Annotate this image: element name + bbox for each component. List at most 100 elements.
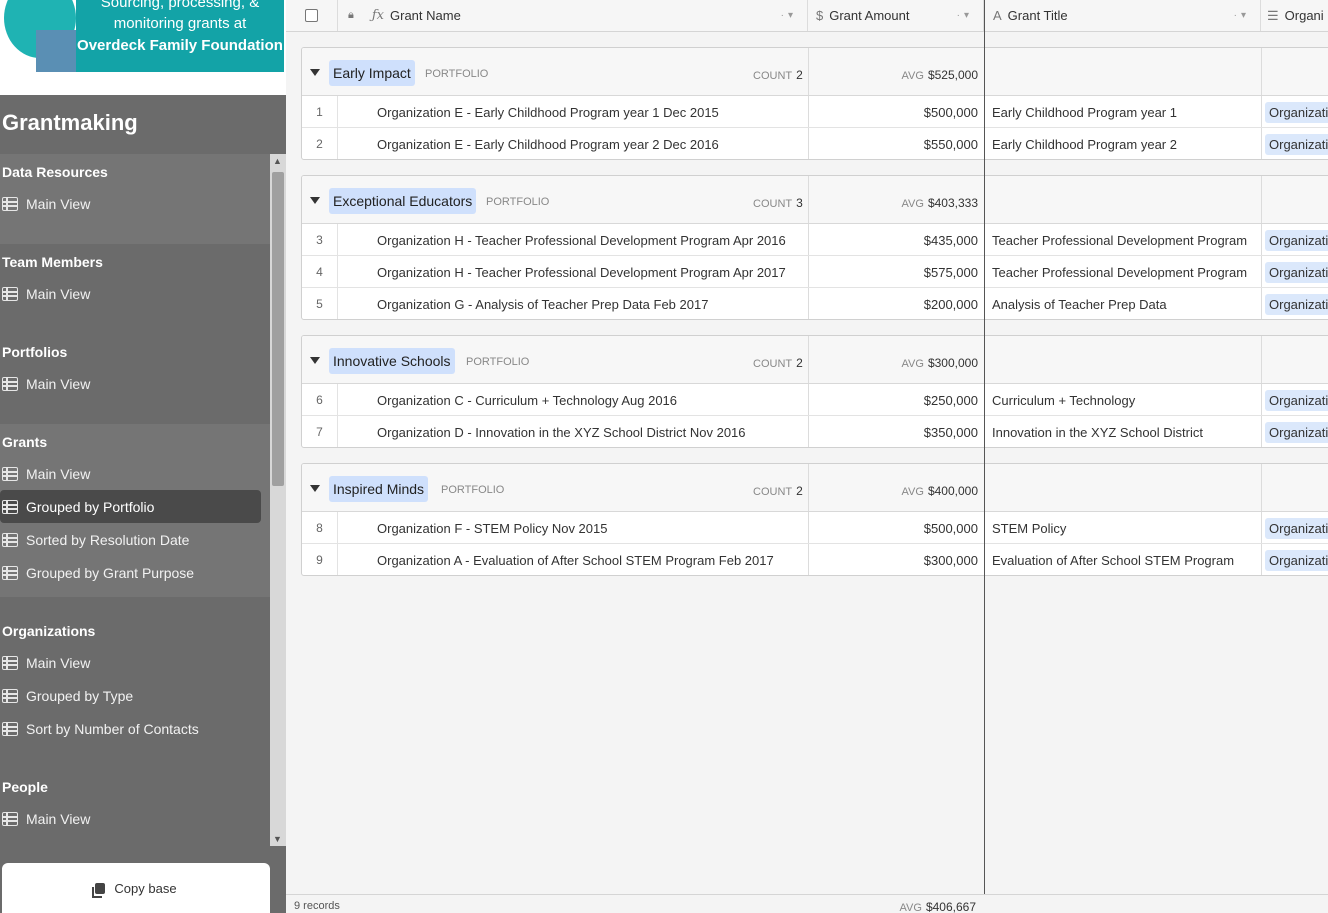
column-menu-icon[interactable]: ·▾ bbox=[781, 10, 797, 21]
column-menu-icon[interactable]: ·▾ bbox=[957, 10, 973, 21]
table-row[interactable]: 6 Organization C - Curriculum + Technolo… bbox=[302, 384, 1328, 416]
column-header-grant-title[interactable]: A Grant Title ·▾ bbox=[985, 0, 1261, 31]
table-row[interactable]: 7 Organization D - Innovation in the XYZ… bbox=[302, 416, 1328, 447]
group-exceptional-educators: Exceptional Educators PORTFOLIO COUNT 3 A… bbox=[301, 175, 1328, 320]
grid-view-icon bbox=[2, 196, 18, 211]
collapse-caret-icon[interactable] bbox=[310, 197, 320, 204]
organization-cell[interactable]: Organizati bbox=[1265, 512, 1328, 544]
frozen-column-divider[interactable] bbox=[984, 0, 985, 913]
grant-amount-cell[interactable]: $550,000 bbox=[808, 128, 978, 159]
grant-amount-cell[interactable]: $500,000 bbox=[808, 512, 978, 544]
sidebar-item-sorted-by-resolution-date[interactable]: Sorted by Resolution Date bbox=[0, 523, 261, 556]
grant-name-cell[interactable]: Organization F - STEM Policy Nov 2015 bbox=[377, 512, 807, 544]
grant-name-cell[interactable]: Organization H - Teacher Professional De… bbox=[377, 256, 807, 288]
grant-name-cell[interactable]: Organization D - Innovation in the XYZ S… bbox=[377, 416, 807, 447]
group-avg: AVG $300,000 bbox=[901, 356, 978, 370]
column-header-label: Grant Name bbox=[390, 8, 461, 23]
group-header[interactable]: Inspired Minds PORTFOLIO COUNT 2 AVG $400,… bbox=[302, 464, 1328, 512]
organization-chip[interactable]: Organizati bbox=[1265, 229, 1328, 251]
organization-chip[interactable]: Organizati bbox=[1265, 101, 1328, 123]
grant-title-cell[interactable]: Teacher Professional Development Program bbox=[992, 224, 1260, 256]
grant-title-cell[interactable]: Evaluation of After School STEM Program bbox=[992, 544, 1260, 575]
group-header[interactable]: Exceptional Educators PORTFOLIO COUNT 3 A… bbox=[302, 176, 1328, 224]
column-header-grant-amount[interactable]: $ Grant Amount ·▾ bbox=[808, 0, 984, 31]
sidebar-item-sort-by-number-of-contacts[interactable]: Sort by Number of Contacts bbox=[0, 712, 261, 745]
group-header[interactable]: Innovative Schools PORTFOLIO COUNT 2 AVG $… bbox=[302, 336, 1328, 384]
collapse-caret-icon[interactable] bbox=[310, 485, 320, 492]
organization-cell[interactable]: Organizati bbox=[1265, 256, 1328, 288]
grant-name-cell[interactable]: Organization E - Early Childhood Program… bbox=[377, 96, 807, 128]
grant-name-cell[interactable]: Organization C - Curriculum + Technology… bbox=[377, 384, 807, 416]
cell-divider bbox=[1261, 128, 1262, 159]
logo-line-1: Sourcing, processing, & bbox=[100, 0, 260, 11]
organization-cell[interactable]: Organizati bbox=[1265, 384, 1328, 416]
grant-name-cell[interactable]: Organization E - Early Childhood Program… bbox=[377, 128, 807, 159]
sidebar-item-data-resources-main-view[interactable]: Main View bbox=[0, 187, 261, 220]
grant-amount-cell[interactable]: $200,000 bbox=[808, 288, 978, 319]
section-team-members: Team Members bbox=[2, 254, 103, 270]
sidebar-item-team-members-main-view[interactable]: Main View bbox=[0, 277, 261, 310]
grant-name-cell[interactable]: Organization G - Analysis of Teacher Pre… bbox=[377, 288, 807, 319]
sidebar-scrollbar[interactable]: ▲ ▼ bbox=[270, 154, 286, 846]
table-row[interactable]: 8 Organization F - STEM Policy Nov 2015 … bbox=[302, 512, 1328, 544]
grant-amount-cell[interactable]: $300,000 bbox=[808, 544, 978, 575]
sidebar-item-grouped-by-portfolio[interactable]: Grouped by Portfolio bbox=[0, 490, 261, 523]
organization-cell[interactable]: Organizati bbox=[1265, 544, 1328, 575]
organization-cell[interactable]: Organizati bbox=[1265, 416, 1328, 447]
table-row[interactable]: 9 Organization A - Evaluation of After S… bbox=[302, 544, 1328, 575]
group-header[interactable]: Early Impact PORTFOLIO COUNT 2 AVG $525,00… bbox=[302, 48, 1328, 96]
grant-title-cell[interactable]: Teacher Professional Development Program bbox=[992, 256, 1260, 288]
sidebar-item-grants-main-view[interactable]: Main View bbox=[0, 457, 261, 490]
scroll-down-arrow-icon[interactable]: ▼ bbox=[273, 834, 282, 844]
organization-cell[interactable]: Organizati bbox=[1265, 288, 1328, 319]
column-menu-icon[interactable]: ·▾ bbox=[1234, 10, 1250, 21]
organization-cell[interactable]: Organizati bbox=[1265, 128, 1328, 159]
grant-title-cell[interactable]: Early Childhood Program year 2 bbox=[992, 128, 1260, 159]
collapse-caret-icon[interactable] bbox=[310, 357, 320, 364]
grant-amount-cell[interactable]: $435,000 bbox=[808, 224, 978, 256]
organization-chip[interactable]: Organizati bbox=[1265, 549, 1328, 571]
organization-chip[interactable]: Organizati bbox=[1265, 261, 1328, 283]
grant-amount-cell[interactable]: $350,000 bbox=[808, 416, 978, 447]
grant-title-cell[interactable]: Analysis of Teacher Prep Data bbox=[992, 288, 1260, 319]
sidebar-item-people-main-view[interactable]: Main View bbox=[0, 802, 261, 835]
grant-amount-cell[interactable]: $575,000 bbox=[808, 256, 978, 288]
grant-amount-cell[interactable]: $500,000 bbox=[808, 96, 978, 128]
select-all-checkbox[interactable] bbox=[305, 9, 318, 22]
organization-chip[interactable]: Organizati bbox=[1265, 133, 1328, 155]
organization-cell[interactable]: Organizati bbox=[1265, 224, 1328, 256]
group-count: COUNT 3 bbox=[753, 196, 803, 210]
table-row[interactable]: 1 Organization E - Early Childhood Progr… bbox=[302, 96, 1328, 128]
table-row[interactable]: 2 Organization E - Early Childhood Progr… bbox=[302, 128, 1328, 159]
sidebar-item-grouped-by-grant-purpose[interactable]: Grouped by Grant Purpose bbox=[0, 556, 261, 589]
copy-base-button[interactable]: Copy base bbox=[2, 863, 270, 913]
table-row[interactable]: 3 Organization H - Teacher Professional … bbox=[302, 224, 1328, 256]
grant-title-cell[interactable]: STEM Policy bbox=[992, 512, 1260, 544]
grant-title-cell[interactable]: Early Childhood Program year 1 bbox=[992, 96, 1260, 128]
grant-title-cell[interactable]: Curriculum + Technology bbox=[992, 384, 1260, 416]
grant-name-cell[interactable]: Organization A - Evaluation of After Sch… bbox=[377, 544, 807, 575]
column-header-organization[interactable]: ☰ Organi bbox=[1261, 0, 1328, 31]
cell-divider bbox=[1261, 176, 1262, 223]
sidebar-item-portfolios-main-view[interactable]: Main View bbox=[0, 367, 261, 400]
total-avg[interactable]: AVG $406,667 bbox=[792, 900, 976, 913]
organization-chip[interactable]: Organizati bbox=[1265, 389, 1328, 411]
column-header-grant-name[interactable]: 🔒︎ ƒx Grant Name ·▾ bbox=[338, 0, 808, 31]
organization-chip[interactable]: Organizati bbox=[1265, 293, 1328, 315]
grant-name-cell[interactable]: Organization H - Teacher Professional De… bbox=[377, 224, 807, 256]
grant-amount-cell[interactable]: $250,000 bbox=[808, 384, 978, 416]
sidebar-nav: Data Resources Main View Team Members Ma… bbox=[0, 154, 270, 846]
organization-chip[interactable]: Organizati bbox=[1265, 421, 1328, 443]
scrollbar-thumb[interactable] bbox=[272, 172, 284, 486]
group-avg: AVG $525,000 bbox=[901, 68, 978, 82]
select-all-cell bbox=[286, 0, 338, 31]
table-row[interactable]: 5 Organization G - Analysis of Teacher P… bbox=[302, 288, 1328, 319]
organization-cell[interactable]: Organizati bbox=[1265, 96, 1328, 128]
sidebar-item-grouped-by-type[interactable]: Grouped by Type bbox=[0, 679, 261, 712]
organization-chip[interactable]: Organizati bbox=[1265, 517, 1328, 539]
collapse-caret-icon[interactable] bbox=[310, 69, 320, 76]
sidebar-item-organizations-main-view[interactable]: Main View bbox=[0, 646, 261, 679]
table-row[interactable]: 4 Organization H - Teacher Professional … bbox=[302, 256, 1328, 288]
scroll-up-arrow-icon[interactable]: ▲ bbox=[273, 156, 282, 166]
grant-title-cell[interactable]: Innovation in the XYZ School District bbox=[992, 416, 1260, 447]
